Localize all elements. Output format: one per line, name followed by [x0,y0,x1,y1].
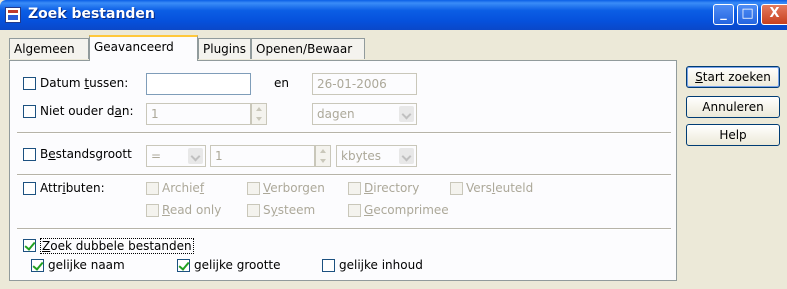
filesize-value-field[interactable]: 1 [210,145,315,167]
attributes-label: Attributen: [40,181,105,195]
advanced-panel: Datum tussen: en 26-01-2006 Niet ouder d… [9,60,677,281]
attr-compressed-label: Gecomprimee [364,203,449,217]
attr-hidden-label: Verborgen [263,181,325,195]
app-icon [5,7,21,23]
attr-archive-label: Archief [162,181,205,195]
maximize-button[interactable]: □ [737,4,758,25]
date-to-field[interactable]: 26-01-2006 [312,73,417,95]
find-duplicates-label: Zoek dubbele bestanden [40,238,194,254]
same-size-checkbox[interactable] [177,259,190,272]
attr-encrypted-checkbox[interactable] [450,182,463,195]
not-older-value-field[interactable]: 1 [146,103,251,125]
separator [17,132,671,134]
attributes-checkbox[interactable] [23,182,36,195]
and-label: en [274,76,289,90]
attr-system-checkbox[interactable] [247,204,260,217]
same-name-label: gelijke naam [48,258,125,272]
chevron-down-icon [399,148,414,164]
find-files-dialog: Zoek bestanden _ □ X Algemeen Geavanceer… [0,0,787,289]
not-older-checkbox[interactable] [23,105,36,118]
attr-archive-checkbox[interactable] [146,182,159,195]
separator [17,228,671,230]
attr-compressed-checkbox[interactable] [348,204,361,217]
title-bar: Zoek bestanden _ □ X [0,0,787,30]
filesize-spinner[interactable] [315,145,331,167]
not-older-spinner[interactable] [251,103,267,125]
window-title: Zoek bestanden [28,6,155,22]
separator [17,174,671,176]
same-name-checkbox[interactable] [31,259,44,272]
cancel-button[interactable]: Annuleren [686,96,780,118]
not-older-unit-select[interactable]: dagen [312,103,417,125]
tab-plugins[interactable]: Plugins [198,38,251,59]
filesize-checkbox[interactable] [23,148,36,161]
help-button[interactable]: Help [686,124,780,146]
filesize-label: Bestandsgroott [40,147,132,161]
not-older-label: Niet ouder dan: [40,104,134,118]
start-search-button[interactable]: Start zoeken [686,66,780,88]
attr-encrypted-label: Versleuteld [466,181,534,195]
filesize-operator-select[interactable]: = [146,145,206,167]
chevron-down-icon [188,148,203,164]
date-between-label: Datum tussen: [40,76,129,90]
attr-hidden-checkbox[interactable] [247,182,260,195]
attr-directory-label: Directory [364,181,420,195]
tab-algemeen[interactable]: Algemeen [9,38,89,59]
close-button[interactable]: X [761,4,787,25]
date-between-checkbox[interactable] [23,77,36,90]
same-content-label: gelijke inhoud [339,258,423,272]
attr-readonly-checkbox[interactable] [146,204,159,217]
filesize-unit-select[interactable]: kbytes [336,145,417,167]
tab-openen-bewaar[interactable]: Openen/Bewaar [251,38,365,59]
minimize-button[interactable]: _ [713,4,734,25]
attr-directory-checkbox[interactable] [348,182,361,195]
same-content-checkbox[interactable] [322,259,335,272]
date-from-field[interactable] [146,73,251,95]
attr-system-label: Systeem [263,203,316,217]
find-duplicates-checkbox[interactable] [23,239,36,252]
tab-geavanceerd[interactable]: Geavanceerd [89,35,198,61]
attr-readonly-label: Read only [162,203,222,217]
chevron-down-icon [399,106,414,122]
same-size-label: gelijke grootte [194,258,281,272]
